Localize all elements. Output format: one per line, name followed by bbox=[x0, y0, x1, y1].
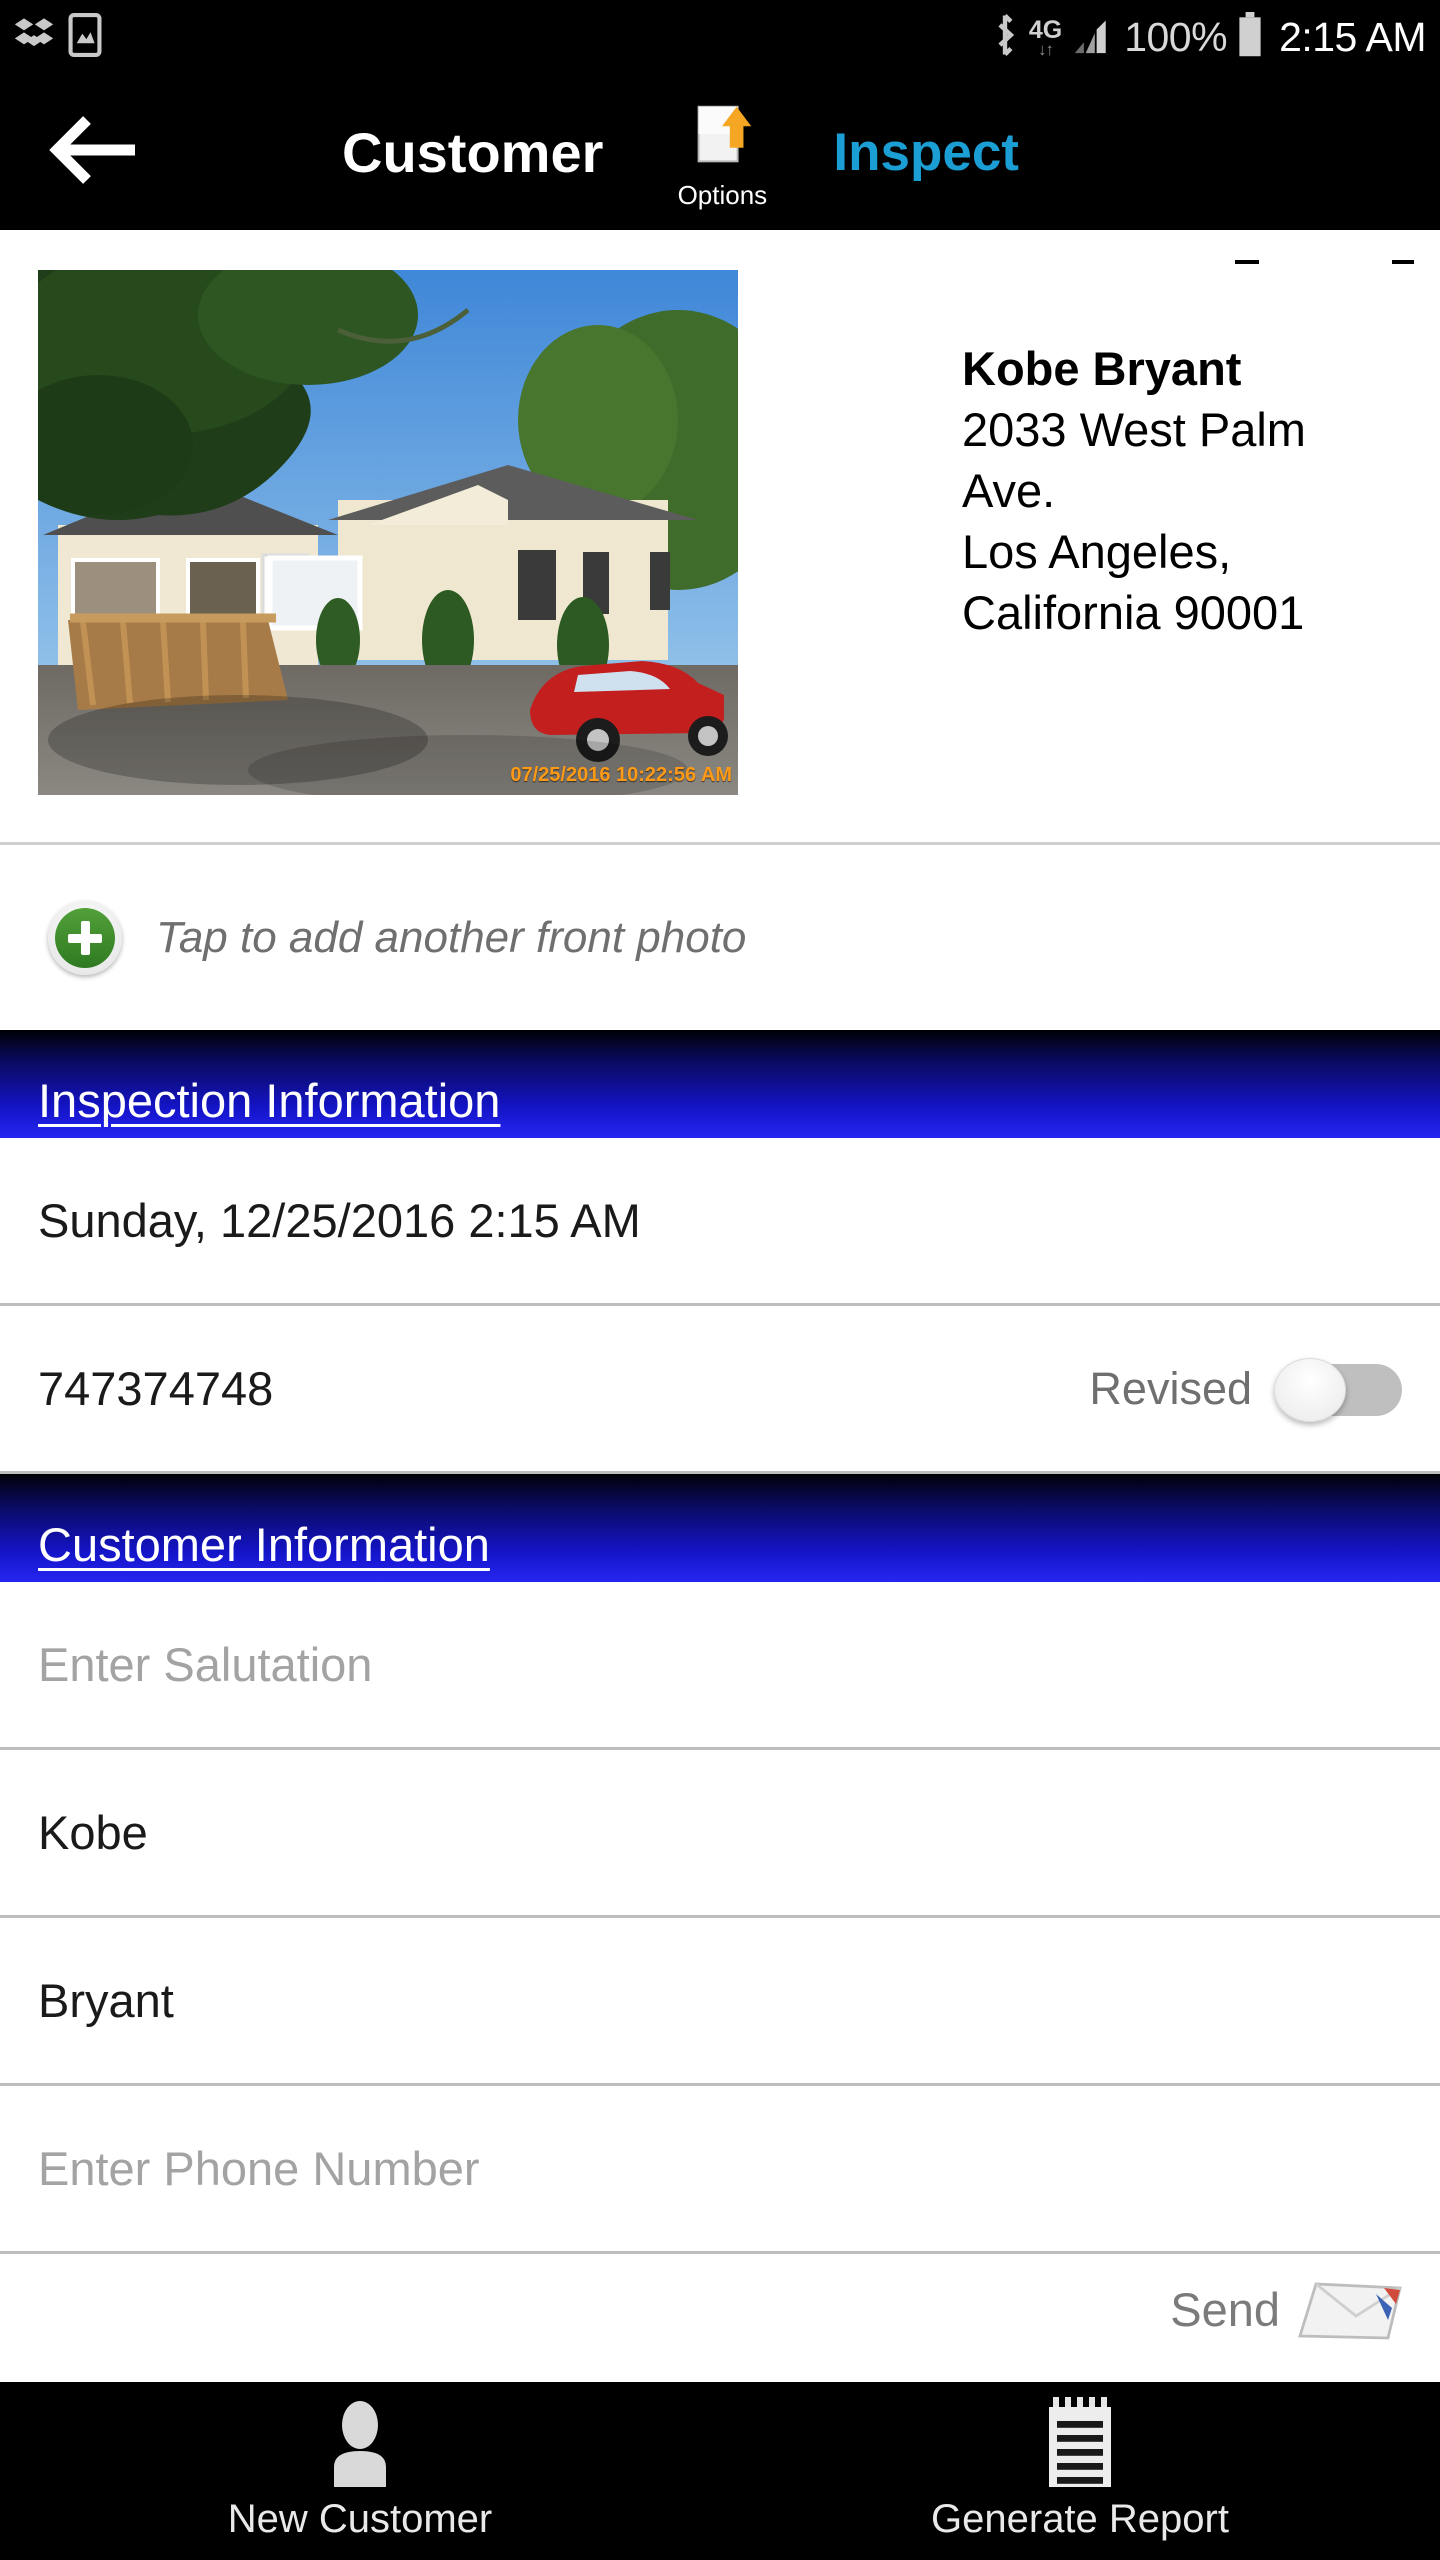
add-plus-icon bbox=[48, 900, 122, 975]
dropbox-icon bbox=[14, 15, 54, 60]
inspection-date-row[interactable]: Sunday, 12/25/2016 2:15 AM bbox=[0, 1138, 1440, 1306]
network-indicator: 4G ↓↑ bbox=[1028, 15, 1063, 59]
bluetooth-icon bbox=[991, 13, 1019, 62]
add-front-photo-row[interactable]: Tap to add another front photo bbox=[0, 845, 1440, 1030]
nav-generate-report[interactable]: Generate Report bbox=[720, 2382, 1440, 2560]
inspect-button[interactable]: Inspect bbox=[833, 122, 1019, 183]
back-arrow-icon bbox=[47, 114, 143, 191]
battery-full-icon bbox=[1237, 12, 1263, 63]
last-name-field-row[interactable]: Bryant bbox=[0, 1918, 1440, 2086]
revised-control: Revised bbox=[1089, 1357, 1402, 1422]
customer-details: Kobe Bryant 2033 West Palm Ave. Los Ange… bbox=[962, 338, 1422, 643]
app-bar: Customer Options Inspect bbox=[0, 75, 1440, 230]
inspection-id-row[interactable]: 747374748 Revised bbox=[0, 1306, 1440, 1474]
screenshot-gallery-icon bbox=[68, 13, 102, 62]
section-header-customer-information: Customer Information bbox=[0, 1474, 1440, 1582]
section-header-customer-label: Customer Information bbox=[38, 1518, 490, 1571]
signal-bars-icon bbox=[1072, 15, 1114, 60]
person-icon bbox=[320, 2400, 400, 2487]
status-bar-clock: 2:15 AM bbox=[1279, 14, 1426, 60]
section-header-inspection-information: Inspection Information bbox=[0, 1030, 1440, 1138]
send-email-row[interactable]: Send bbox=[0, 2254, 1440, 2364]
document-upload-icon bbox=[683, 97, 761, 180]
back-button[interactable] bbox=[0, 114, 190, 191]
last-name-input[interactable]: Bryant bbox=[38, 1973, 174, 2028]
clipped-text-artifact-1 bbox=[1235, 260, 1259, 264]
scroll-content[interactable]: 07/25/2016 10:22:56 AM Kobe Bryant 2033 … bbox=[0, 230, 1440, 2560]
phone-input[interactable]: Enter Phone Number bbox=[38, 2141, 480, 2196]
revised-label: Revised bbox=[1089, 1362, 1252, 1414]
inspection-id-value: 747374748 bbox=[38, 1362, 274, 1415]
first-name-field-row[interactable]: Kobe bbox=[0, 1750, 1440, 1918]
page-title: Customer bbox=[342, 121, 604, 184]
app-root: 4G ↓↑ 100% 2:15 AM Customer Options Insp… bbox=[0, 0, 1440, 2560]
options-button[interactable]: Options bbox=[657, 97, 787, 208]
nav-generate-report-label: Generate Report bbox=[931, 2496, 1229, 2541]
report-notepad-icon bbox=[1039, 2396, 1121, 2487]
customer-address-line2: Ave. bbox=[962, 464, 1056, 518]
battery-percent-label: 100% bbox=[1124, 14, 1228, 60]
customer-name: Kobe Bryant bbox=[962, 342, 1242, 395]
add-front-photo-label: Tap to add another front photo bbox=[156, 912, 747, 962]
network-type-label: 4G bbox=[1028, 15, 1063, 44]
customer-summary-card: 07/25/2016 10:22:56 AM Kobe Bryant 2033 … bbox=[0, 230, 1440, 845]
section-header-inspection-label: Inspection Information bbox=[38, 1074, 501, 1127]
salutation-input[interactable]: Enter Salutation bbox=[38, 1637, 372, 1692]
customer-address-line1: 2033 West Palm bbox=[962, 403, 1306, 457]
status-bar-right-icons: 4G ↓↑ 100% 2:15 AM bbox=[991, 12, 1426, 63]
clipped-text-artifact-2 bbox=[1392, 260, 1414, 264]
customer-address-line4: California 90001 bbox=[962, 586, 1305, 640]
first-name-input[interactable]: Kobe bbox=[38, 1805, 148, 1860]
bottom-navigation-bar: New Customer Generate Report bbox=[0, 2382, 1440, 2560]
network-traffic-arrows: ↓↑ bbox=[1038, 39, 1054, 59]
revised-toggle[interactable] bbox=[1274, 1357, 1402, 1422]
inspection-date-value: Sunday, 12/25/2016 2:15 AM bbox=[38, 1194, 641, 1247]
nav-new-customer[interactable]: New Customer bbox=[0, 2382, 720, 2560]
envelope-icon bbox=[1296, 2276, 1404, 2342]
nav-new-customer-label: New Customer bbox=[227, 2496, 493, 2541]
options-button-label: Options bbox=[677, 180, 768, 210]
photo-timestamp: 07/25/2016 10:22:56 AM bbox=[510, 764, 732, 786]
front-property-photo[interactable]: 07/25/2016 10:22:56 AM bbox=[38, 270, 738, 795]
send-label: Send bbox=[1170, 2282, 1280, 2336]
customer-address-line3: Los Angeles, bbox=[962, 525, 1232, 579]
revised-toggle-knob[interactable] bbox=[1274, 1357, 1346, 1422]
phone-field-row[interactable]: Enter Phone Number bbox=[0, 2086, 1440, 2254]
salutation-field-row[interactable]: Enter Salutation bbox=[0, 1582, 1440, 1750]
status-bar: 4G ↓↑ 100% 2:15 AM bbox=[0, 0, 1440, 75]
status-bar-left-icons bbox=[14, 13, 102, 62]
